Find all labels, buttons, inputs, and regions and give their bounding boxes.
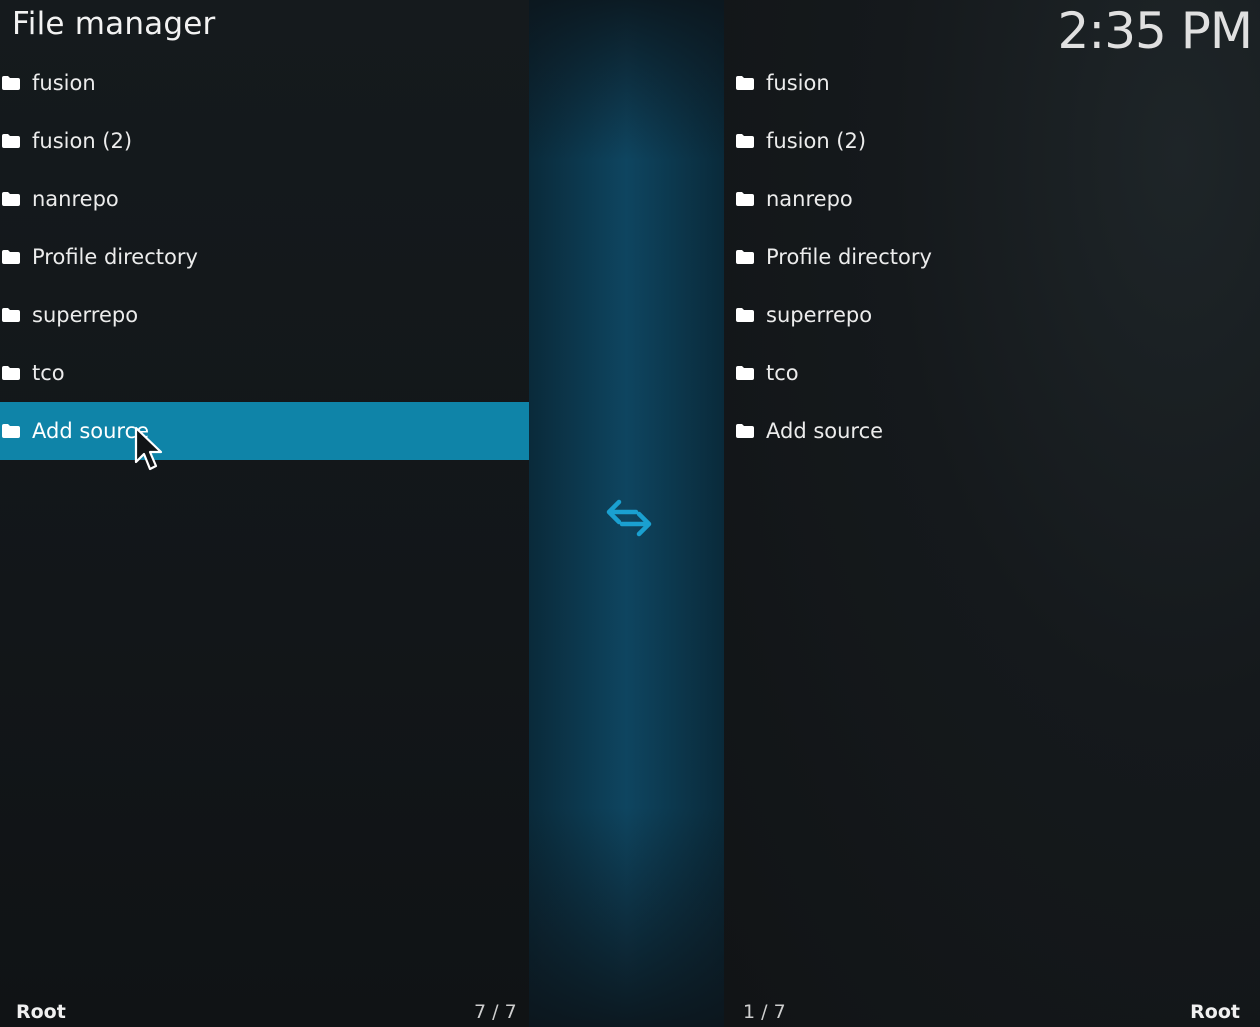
folder-icon xyxy=(2,424,20,438)
left-pane: fusion fusion (2) nanrepo Profile direct… xyxy=(0,0,529,1027)
list-item-label: Profile directory xyxy=(766,245,932,269)
folder-icon xyxy=(736,76,754,90)
folder-icon xyxy=(2,308,20,322)
list-item-label: Profile directory xyxy=(32,245,198,269)
left-list-item[interactable]: nanrepo xyxy=(0,170,529,228)
right-list-item[interactable]: fusion xyxy=(724,54,1260,112)
right-pane: fusion fusion (2) nanrepo Profile direct… xyxy=(724,0,1260,1027)
folder-icon xyxy=(736,366,754,380)
left-footer-path: Root xyxy=(16,1001,66,1023)
list-item-label: fusion (2) xyxy=(766,129,867,153)
left-list-item[interactable]: Profile directory xyxy=(0,228,529,286)
folder-icon xyxy=(2,192,20,206)
list-item-label: superrepo xyxy=(32,303,139,327)
right-footer-path: Root xyxy=(1190,1001,1240,1023)
list-item-label: nanrepo xyxy=(766,187,853,211)
folder-icon xyxy=(736,192,754,206)
folder-icon xyxy=(736,250,754,264)
folder-icon xyxy=(2,250,20,264)
list-item-label: Add source xyxy=(32,419,150,443)
left-list-item[interactable]: fusion (2) xyxy=(0,112,529,170)
right-list-item[interactable]: tco xyxy=(724,344,1260,402)
list-item-label: nanrepo xyxy=(32,187,119,211)
folder-icon xyxy=(2,76,20,90)
list-item-label: fusion (2) xyxy=(32,129,133,153)
left-list-item-selected[interactable]: Add source xyxy=(0,402,529,460)
right-list-item[interactable]: fusion (2) xyxy=(724,112,1260,170)
folder-icon xyxy=(2,366,20,380)
left-list-item[interactable]: tco xyxy=(0,344,529,402)
list-item-label: tco xyxy=(32,361,65,385)
right-list-item[interactable]: superrepo xyxy=(724,286,1260,344)
clock: 2:35 PM xyxy=(1057,2,1253,60)
list-item-label: superrepo xyxy=(766,303,873,327)
list-item-label: tco xyxy=(766,361,799,385)
folder-icon xyxy=(736,308,754,322)
right-footer-count: 1 / 7 xyxy=(743,1001,786,1023)
left-file-list: fusion fusion (2) nanrepo Profile direct… xyxy=(0,54,529,460)
left-footer-count: 7 / 7 xyxy=(474,1001,517,1023)
left-list-item[interactable]: fusion xyxy=(0,54,529,112)
file-manager-screen: fusion fusion (2) nanrepo Profile direct… xyxy=(0,0,1260,1027)
list-item-label: fusion xyxy=(32,71,96,95)
folder-icon xyxy=(736,134,754,148)
folder-icon xyxy=(2,134,20,148)
folder-icon xyxy=(736,424,754,438)
left-list-item[interactable]: superrepo xyxy=(0,286,529,344)
right-list-item[interactable]: Add source xyxy=(724,402,1260,460)
list-item-label: fusion xyxy=(766,71,830,95)
list-item-label: Add source xyxy=(766,419,884,443)
right-file-list: fusion fusion (2) nanrepo Profile direct… xyxy=(724,54,1260,460)
page-title: File manager xyxy=(12,6,216,42)
mouse-cursor-icon xyxy=(134,426,163,471)
right-list-item[interactable]: nanrepo xyxy=(724,170,1260,228)
right-list-item[interactable]: Profile directory xyxy=(724,228,1260,286)
swap-arrows-icon[interactable] xyxy=(606,496,652,540)
